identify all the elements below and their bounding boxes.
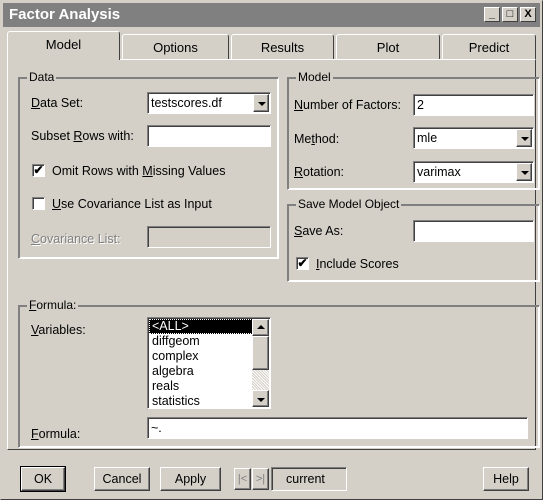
save-as-label: Save As: [294, 224, 344, 238]
maximize-icon: □ [506, 8, 514, 20]
method-dropdown-button[interactable] [516, 129, 532, 147]
tab-results-label: Results [260, 40, 305, 55]
chevron-down-icon [521, 171, 529, 175]
data-set-label: Data Set: [31, 96, 84, 110]
save-model-group-title: Save Model Object [296, 197, 402, 211]
tab-options-label: Options [153, 40, 198, 55]
data-group-title: Data [27, 70, 57, 84]
next-button[interactable]: >| [252, 468, 269, 490]
list-item[interactable]: <ALL> [149, 319, 253, 334]
list-item[interactable]: reals [149, 379, 253, 394]
subset-rows-label: Subset Rows with: [31, 129, 134, 143]
scroll-thumb[interactable] [252, 336, 269, 370]
chevron-up-icon [257, 325, 265, 329]
help-button[interactable]: Help [483, 467, 529, 491]
tab-plot[interactable]: Plot [336, 34, 440, 59]
previous-icon: |< [237, 473, 248, 485]
save-as-input[interactable] [413, 220, 534, 242]
covariance-list-input [147, 226, 271, 248]
model-group-title: Model [296, 70, 333, 84]
title-bar[interactable]: Factor Analysis _ □ X [3, 3, 540, 27]
list-item[interactable]: complex [149, 349, 253, 364]
formula-input[interactable]: ~. [147, 417, 528, 439]
subset-rows-input[interactable] [147, 125, 271, 147]
tab-options[interactable]: Options [122, 34, 229, 59]
list-item[interactable]: statistics [149, 394, 253, 407]
tab-plot-label: Plot [376, 40, 400, 55]
omit-missing-checkbox[interactable]: ✔ [32, 164, 45, 177]
variables-label: Variables: [31, 323, 86, 337]
formula-value: ~. [151, 421, 162, 435]
omit-missing-label[interactable]: Omit Rows with Missing Values [52, 163, 225, 179]
close-icon: X [524, 8, 532, 20]
formula-group-title: Formula: [27, 298, 79, 312]
data-set-dropdown-button[interactable] [253, 94, 269, 112]
tab-predict-label: Predict [468, 40, 510, 55]
use-covariance-label[interactable]: Use Covariance List as Input [52, 196, 212, 212]
minimize-icon: _ [488, 8, 496, 20]
use-covariance-checkbox[interactable] [32, 197, 45, 210]
tab-model-label: Model [45, 37, 82, 52]
checkmark-icon: ✔ [33, 163, 44, 177]
checkmark-icon: ✔ [297, 256, 308, 270]
previous-button[interactable]: |< [234, 468, 251, 490]
num-factors-label: Number of Factors: [294, 98, 401, 112]
method-label: Method: [294, 132, 340, 146]
method-select[interactable]: mle [413, 127, 534, 149]
method-value: mle [417, 131, 438, 145]
rotation-value: varimax [417, 165, 461, 179]
apply-button[interactable]: Apply [160, 467, 221, 491]
help-button-label: Help [493, 472, 519, 486]
ok-button[interactable]: OK [20, 466, 66, 492]
list-item[interactable]: diffgeom [149, 334, 253, 349]
close-button[interactable]: X [520, 7, 536, 22]
ok-button-label: OK [33, 472, 53, 486]
scroll-down-button[interactable] [252, 390, 269, 407]
covariance-list-label: Covariance List: [31, 232, 121, 246]
chevron-down-icon [257, 398, 265, 402]
minimize-button[interactable]: _ [484, 7, 500, 22]
variables-listbox[interactable]: <ALL> diffgeom complex algebra reals statisti… [147, 317, 271, 409]
current-object-label: current [286, 472, 325, 486]
variables-scrollbar[interactable] [252, 319, 269, 407]
formula-label: Formula: [31, 427, 81, 441]
rotation-select[interactable]: varimax [413, 161, 534, 183]
num-factors-value: 2 [417, 98, 424, 112]
rotation-label: Rotation: [294, 165, 345, 179]
maximize-button[interactable]: □ [502, 7, 518, 22]
apply-button-label: Apply [174, 472, 207, 486]
window-title: Factor Analysis [9, 6, 121, 23]
list-item[interactable]: algebra [149, 364, 253, 379]
tab-model[interactable]: Model [7, 31, 120, 60]
cancel-button-label: Cancel [102, 472, 142, 486]
variables-list: <ALL> diffgeom complex algebra reals statisti… [149, 319, 253, 407]
data-set-select[interactable]: testscores.df [147, 92, 271, 114]
scroll-up-button[interactable] [252, 319, 269, 336]
current-object-field: current [271, 467, 347, 491]
chevron-down-icon [521, 137, 529, 141]
tab-results[interactable]: Results [231, 34, 334, 59]
chevron-down-icon [258, 102, 266, 106]
tab-predict[interactable]: Predict [442, 34, 536, 59]
factor-analysis-dialog: Factor Analysis _ □ X Model Options Resu… [0, 0, 543, 500]
include-scores-checkbox[interactable]: ✔ [296, 257, 309, 270]
next-icon: >| [255, 473, 266, 485]
include-scores-label[interactable]: Include Scores [316, 256, 399, 272]
num-factors-input[interactable]: 2 [413, 94, 534, 116]
rotation-dropdown-button[interactable] [516, 163, 532, 181]
cancel-button[interactable]: Cancel [94, 467, 150, 491]
data-set-value: testscores.df [151, 96, 222, 110]
